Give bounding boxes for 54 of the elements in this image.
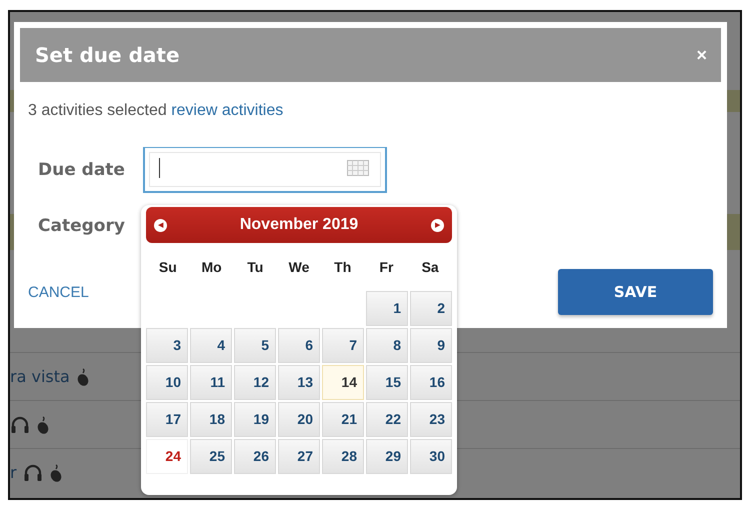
calendar-day[interactable]: 28	[322, 439, 364, 474]
calendar-day[interactable]: 3	[146, 328, 188, 363]
review-activities-link[interactable]: review activities	[171, 102, 284, 119]
weekday-label: Sa	[420, 259, 440, 275]
calendar-day[interactable]: 14	[322, 365, 364, 400]
mouse-icon	[48, 464, 63, 482]
calendar-day[interactable]: 13	[278, 365, 320, 400]
calendar-day[interactable]: 21	[322, 402, 364, 437]
calendar-day[interactable]: 7	[322, 328, 364, 363]
calendar-day[interactable]: 22	[366, 402, 408, 437]
cancel-button[interactable]: CANCEL	[28, 284, 89, 300]
calendar-day[interactable]: 30	[410, 439, 452, 474]
calendar-day[interactable]: 29	[366, 439, 408, 474]
calendar-day[interactable]: 23	[410, 402, 452, 437]
calendar-day[interactable]: 24	[146, 439, 188, 474]
selection-summary: 3 activities selected review activities	[28, 102, 284, 121]
weekday-label: Su	[158, 259, 178, 275]
dialog-title: Set due date	[35, 43, 180, 67]
calendar-day[interactable]: 8	[366, 328, 408, 363]
calendar-day[interactable]: 15	[366, 365, 408, 400]
calendar-day[interactable]: 5	[234, 328, 276, 363]
calendar-day[interactable]: 9	[410, 328, 452, 363]
mouse-icon	[36, 416, 50, 434]
weekday-label: Fr	[378, 259, 394, 275]
calendar-day[interactable]: 16	[410, 365, 452, 400]
row-text: ra vista	[10, 367, 70, 386]
calendar-day[interactable]: 10	[146, 365, 188, 400]
calendar-day[interactable]: 18	[190, 402, 232, 437]
calendar-day[interactable]: 12	[234, 365, 276, 400]
calendar-day[interactable]: 25	[190, 439, 232, 474]
month-title: November 2019	[240, 216, 358, 234]
calendar-day[interactable]: 2	[410, 291, 452, 326]
date-field[interactable]	[143, 147, 387, 193]
mouse-icon	[76, 368, 90, 386]
calendar-day[interactable]: 20	[278, 402, 320, 437]
row-text: r	[10, 463, 17, 482]
weekday-label: Mo	[200, 259, 223, 275]
save-button[interactable]: SAVE	[558, 269, 713, 315]
headphones-icon	[22, 464, 43, 482]
field-label: Due date	[37, 160, 126, 180]
calendar-day[interactable]: 4	[190, 328, 232, 363]
calendar-day[interactable]: 19	[234, 402, 276, 437]
calendar-day[interactable]: 27	[278, 439, 320, 474]
calendar-day[interactable]: 6	[278, 328, 320, 363]
calendar-day[interactable]: 26	[234, 439, 276, 474]
calendar-icon	[347, 160, 369, 176]
headphones-icon	[10, 416, 30, 434]
calendar-day[interactable]: 17	[146, 402, 188, 437]
weekday-label: Tu	[246, 259, 264, 275]
calendar-day[interactable]: 1	[366, 291, 408, 326]
weekday-label: Th	[333, 259, 352, 275]
field-label: Category	[37, 216, 126, 236]
calendar-day[interactable]: 11	[190, 365, 232, 400]
weekday-label: We	[288, 259, 310, 275]
